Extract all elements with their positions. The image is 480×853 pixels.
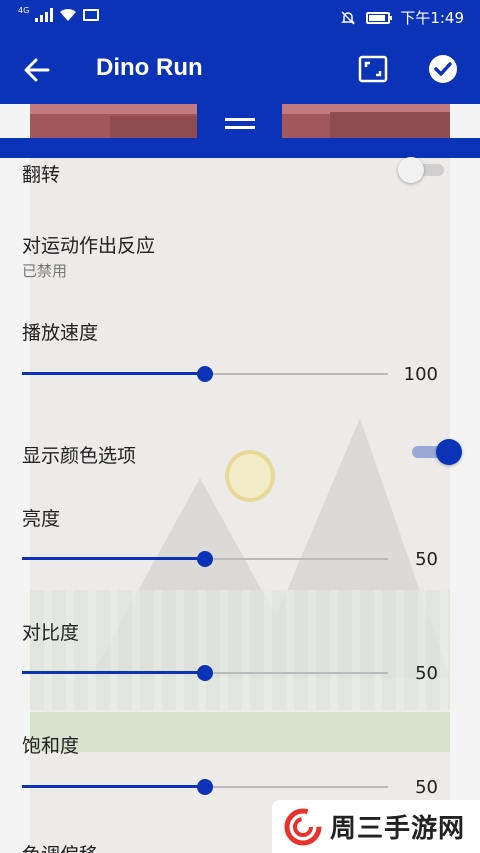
speed-label: 播放速度 bbox=[22, 322, 99, 344]
color-options-toggle[interactable] bbox=[410, 438, 462, 466]
watermark: 周三手游网 bbox=[272, 800, 480, 853]
contrast-value: 50 bbox=[415, 663, 438, 684]
watermark-text: 周三手游网 bbox=[330, 814, 466, 844]
saturation-value: 50 bbox=[415, 777, 438, 798]
slider-thumb[interactable] bbox=[197, 665, 213, 681]
check-circle-icon[interactable] bbox=[428, 54, 458, 84]
battery-icon bbox=[366, 11, 393, 24]
flip-toggle[interactable] bbox=[398, 156, 446, 184]
ground-backdrop bbox=[30, 712, 450, 752]
network-type: 4G bbox=[18, 5, 30, 15]
motion-status: 已禁用 bbox=[22, 262, 68, 280]
saturation-label: 饱和度 bbox=[22, 735, 80, 757]
brightness-slider[interactable] bbox=[22, 551, 388, 567]
mute-icon bbox=[341, 10, 356, 25]
mail-icon bbox=[83, 9, 100, 21]
app-bar: Dino Run bbox=[0, 34, 480, 104]
speed-slider[interactable] bbox=[22, 366, 388, 382]
speed-value: 100 bbox=[403, 364, 438, 385]
clock: 下午1:49 bbox=[400, 9, 464, 27]
flip-label: 翻转 bbox=[22, 164, 61, 186]
forest-backdrop bbox=[30, 590, 450, 710]
hue-label: 色调偏移 bbox=[22, 840, 98, 853]
fullscreen-icon[interactable] bbox=[358, 55, 388, 83]
brightness-label: 亮度 bbox=[22, 508, 61, 530]
motion-label[interactable]: 对运动作出反应 bbox=[22, 231, 155, 258]
contrast-label: 对比度 bbox=[22, 622, 80, 644]
app-title: Dino Run bbox=[96, 54, 203, 81]
back-arrow-icon[interactable] bbox=[22, 56, 52, 84]
saturation-slider[interactable] bbox=[22, 779, 388, 795]
slider-thumb[interactable] bbox=[197, 366, 213, 382]
color-options-label: 显示颜色选项 bbox=[22, 445, 137, 467]
swirl-logo-icon bbox=[284, 808, 322, 845]
wifi-icon bbox=[60, 8, 77, 21]
brightness-value: 50 bbox=[415, 549, 438, 570]
drag-handle[interactable] bbox=[197, 104, 282, 146]
slider-thumb[interactable] bbox=[197, 779, 213, 795]
status-bar: 4G 下午1:49 bbox=[0, 0, 480, 34]
signal-icon bbox=[35, 8, 54, 22]
contrast-slider[interactable] bbox=[22, 665, 388, 681]
coin-sprite bbox=[225, 450, 275, 502]
slider-thumb[interactable] bbox=[197, 551, 213, 567]
